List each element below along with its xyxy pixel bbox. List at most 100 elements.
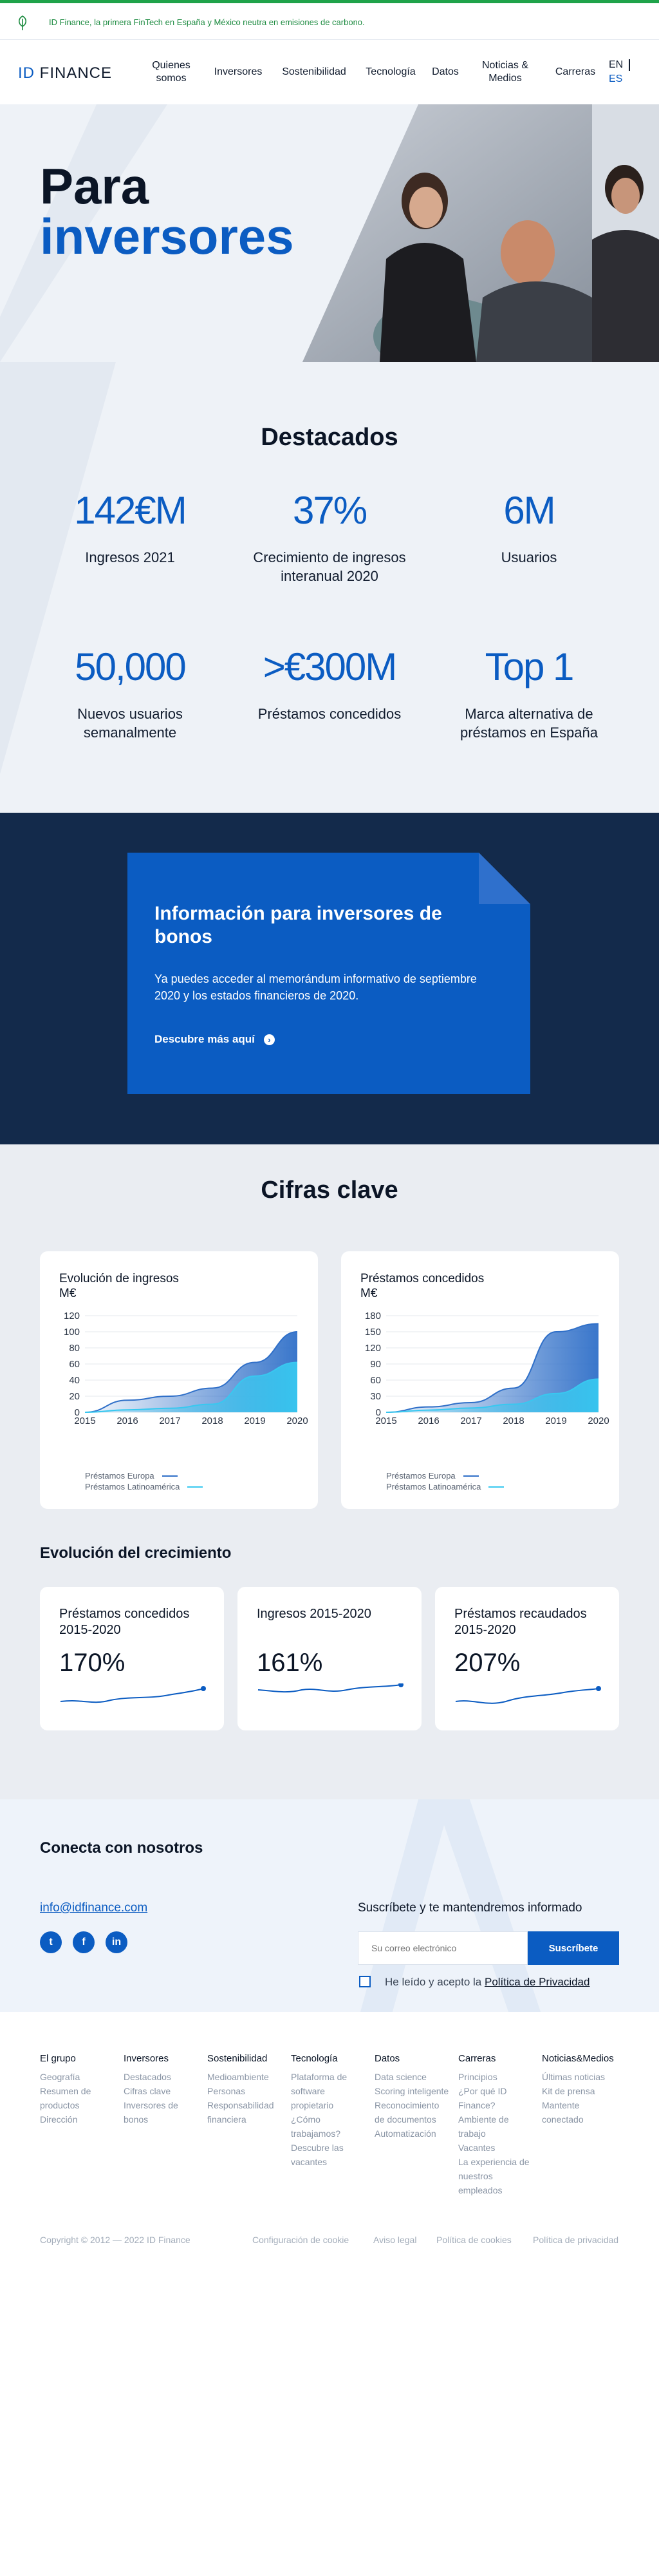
footer-link[interactable]: Inversores de bonos [124,2098,200,2126]
chart-unit: M€ [360,1287,378,1300]
legal-notice-link[interactable]: Aviso legal [373,2235,416,2245]
footer-link[interactable]: ¿Cómo trabajamos? [291,2112,367,2141]
facebook-icon[interactable]: f [73,1931,95,1953]
footer-heading[interactable]: Datos [375,2052,450,2066]
growth-title: Evolución del crecimiento [40,1544,232,1562]
growth-sparkline [455,1686,601,1704]
footer-link[interactable]: Responsabilidad financiera [207,2098,283,2126]
growth-sparkline [257,1683,404,1693]
x-tick-label: 2015 [74,1416,95,1426]
growth-card-title: Préstamos recaudados 2015-2020 [454,1607,587,1637]
footer-link[interactable]: Últimas noticias [542,2070,618,2084]
stat-value: 142€M [74,489,187,532]
privacy-policy-footer-link[interactable]: Política de privacidad [533,2235,618,2245]
lang-es[interactable]: ES [609,72,623,86]
footer-link[interactable]: Descubre las vacantes [291,2141,367,2169]
footer-link[interactable]: Vacantes [458,2141,534,2155]
legend-item: Préstamos Latinoamérica [386,1481,505,1492]
footer: El grupo Geografía Resumen de productos … [0,2012,659,2576]
nav-item-datos[interactable]: Datos [427,40,463,104]
footer-link[interactable]: Medioambiente [207,2070,283,2084]
privacy-consent-label: He leído y acepto la Política de Privaci… [385,1976,589,1989]
nav-item-sostenibilidad[interactable]: Sostenibilidad [274,40,354,104]
footer-heading[interactable]: Sostenibilidad [207,2052,283,2066]
announcement-bar: ID Finance, la primera FinTech en España… [0,0,659,40]
stat-value: 37% [292,489,367,532]
growth-card-value: 161% [257,1649,323,1677]
footer-link[interactable]: Kit de prensa [542,2084,618,2098]
footer-link[interactable]: Destacados [124,2070,200,2084]
contact-email-link[interactable]: info@idfinance.com [40,1901,147,1915]
footer-heading[interactable]: Noticias&Medios [542,2052,618,2066]
logo-text: FINANCE [39,64,113,82]
y-tick-label: 120 [64,1311,80,1321]
nav-item-inversores[interactable]: Inversores [210,40,266,104]
bond-info-card: Información para inversores de bonos Ya … [127,853,530,1094]
y-tick-label: 100 [64,1327,80,1338]
legend-swatch [162,1475,178,1477]
main-navigation: ID FINANCE Quienes somos Inversores Sost… [0,40,659,104]
bond-info-link[interactable]: Descubre más aquí › [154,1033,275,1046]
footer-heading[interactable]: El grupo [40,2052,116,2066]
hero-title: Para inversores [40,161,294,261]
privacy-consent-checkbox[interactable] [359,1976,371,1987]
growth-card-value: 170% [59,1649,125,1677]
stat-item: 6M Usuarios [432,488,626,567]
key-figures-title: Cifras clave [261,1177,398,1204]
y-tick-label: 120 [365,1343,381,1354]
x-tick-label: 2018 [503,1416,524,1426]
footer-link[interactable]: ¿Por qué ID Finance? [458,2084,534,2112]
newsletter-email-input[interactable] [358,1931,528,1965]
revenue-chart: 0204060801001202015 2016 2017 2018 2019 2020 [64,1311,308,1426]
cookie-policy-link[interactable]: Política de cookies [436,2235,512,2245]
nav-item-noticias[interactable]: Noticias & Medios [474,40,537,104]
footer-link[interactable]: Data science [375,2070,450,2084]
chart-title: Préstamos concedidos [360,1272,485,1285]
logo[interactable]: ID FINANCE [18,64,112,82]
footer-heading[interactable]: Carreras [458,2052,534,2066]
y-tick-label: 60 [69,1359,80,1370]
bond-investors-section: Información para inversores de bonos Ya … [0,813,659,1144]
footer-link[interactable]: Scoring inteligente [375,2084,450,2098]
footer-link[interactable]: Automatización [375,2126,450,2141]
growth-card: Préstamos concedidos 2015-2020 170% [40,1587,224,1730]
footer-column: Carreras Principios ¿Por qué ID Finance?… [458,2052,534,2197]
lang-en[interactable]: EN [609,58,623,72]
cookie-settings-link[interactable]: Configuración de cookie [252,2235,349,2245]
logo-mark: ID [18,64,35,82]
linkedin-icon[interactable]: in [106,1931,127,1953]
footer-link[interactable]: Ambiente de trabajo [458,2112,534,2141]
footer-link[interactable]: Personas [207,2084,283,2098]
footer-link[interactable]: Cifras clave [124,2084,200,2098]
footer-link[interactable]: Resumen de productos [40,2084,116,2112]
nav-item-tecnologia[interactable]: Tecnología [360,40,421,104]
stat-value: 6M [503,489,555,532]
newsletter-title: Suscríbete y te mantendremos informado [358,1901,582,1915]
footer-link[interactable]: Dirección [40,2112,116,2126]
contact-section: Conecta con nosotros info@idfinance.com … [0,1799,659,2012]
footer-heading[interactable]: Inversores [124,2052,200,2066]
growth-sparkline [60,1686,206,1703]
footer-link[interactable]: La experiencia de nuestros empleados [458,2155,534,2197]
twitter-icon[interactable]: t [40,1931,62,1953]
privacy-policy-link[interactable]: Política de Privacidad [485,1976,589,1988]
stat-label: Marca alternativa de préstamos en España [459,706,599,741]
y-tick-label: 30 [370,1391,381,1402]
footer-link[interactable]: Mantente conectado [542,2098,618,2126]
footer-link[interactable]: Principios [458,2070,534,2084]
legend-item: Préstamos Latinoamérica [85,1481,203,1492]
loans-chart-card: Préstamos concedidos M€ 0 30 60 90 120 150 180… [341,1251,619,1509]
stat-item: 50,000 Nuevos usuarios semanalmente [33,644,227,742]
x-tick-label: 2020 [588,1416,609,1426]
consent-text: He leído y acepto la [385,1976,485,1988]
footer-link[interactable]: Reconocimiento de documentos [375,2098,450,2126]
footer-link[interactable]: Geografía [40,2070,116,2084]
footer-heading[interactable]: Tecnología [291,2052,367,2066]
nav-item-quienes-somos[interactable]: Quienes somos [144,40,198,104]
legend-label: Préstamos Latinoamérica [85,1482,180,1492]
footer-column: Datos Data science Scoring inteligente R… [375,2052,450,2141]
footer-column: Sostenibilidad Medioambiente Personas Re… [207,2052,283,2126]
footer-link[interactable]: Plataforma de software propietario [291,2070,367,2112]
subscribe-button[interactable]: Suscríbete [528,1931,619,1965]
nav-item-carreras[interactable]: Carreras [547,40,604,104]
